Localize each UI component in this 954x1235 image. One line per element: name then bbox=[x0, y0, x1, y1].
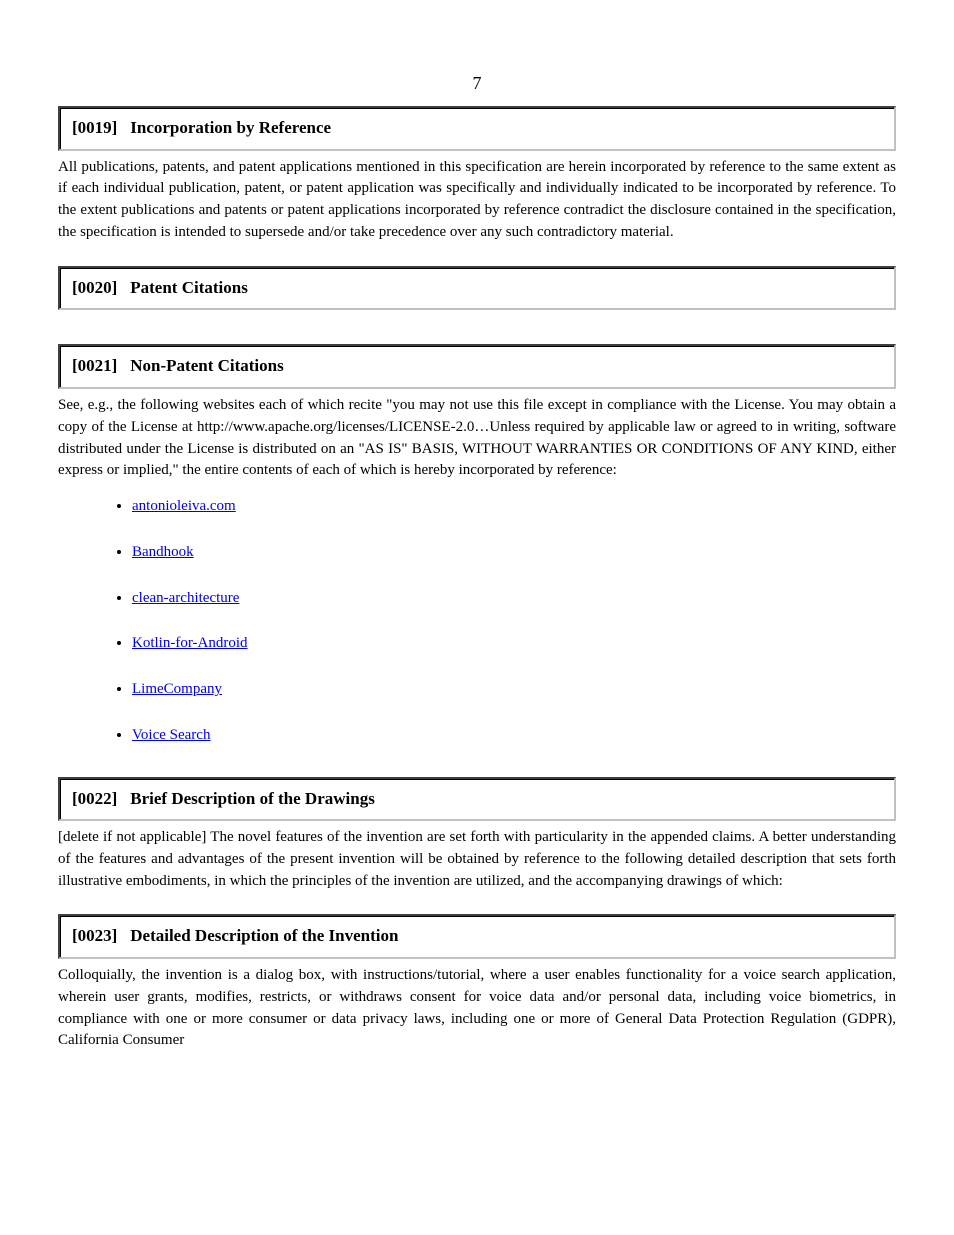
citation-link-clean-architecture[interactable]: clean-architecture bbox=[132, 590, 239, 606]
list-item: antonioleiva.com bbox=[132, 496, 896, 518]
para-incorporation: All publications, patents, and patent ap… bbox=[58, 157, 896, 244]
list-item: Kotlin-for-Android bbox=[132, 633, 896, 655]
citation-link-voice-search[interactable]: Voice Search bbox=[132, 727, 210, 743]
section-title: Brief Description of the Drawings bbox=[130, 789, 375, 808]
ref-number: [0023] bbox=[72, 924, 126, 949]
page-number: 7 bbox=[58, 70, 896, 96]
citation-link-list: antonioleiva.com Bandhook clean-architec… bbox=[58, 496, 896, 747]
citation-link-kotlin-android[interactable]: Kotlin-for-Android bbox=[132, 635, 248, 651]
list-item: Bandhook bbox=[132, 542, 896, 564]
para-nonpatent: See, e.g., the following websites each o… bbox=[58, 395, 896, 482]
section-heading-detailed-description: [0023] Detailed Description of the Inven… bbox=[58, 914, 896, 959]
ref-number: [0020] bbox=[72, 276, 126, 301]
section-title: Detailed Description of the Invention bbox=[130, 926, 398, 945]
section-heading-incorporation: [0019] Incorporation by Reference bbox=[58, 106, 896, 151]
ref-number: [0022] bbox=[72, 787, 126, 812]
citation-link-limecompany[interactable]: LimeCompany bbox=[132, 681, 222, 697]
para-detailed-description: Colloquially, the invention is a dialog … bbox=[58, 965, 896, 1052]
citation-link-antonioleiva[interactable]: antonioleiva.com bbox=[132, 498, 236, 514]
section-heading-patent-citations: [0020] Patent Citations bbox=[58, 266, 896, 311]
section-title: Patent Citations bbox=[130, 278, 248, 297]
section-heading-drawings: [0022] Brief Description of the Drawings bbox=[58, 777, 896, 822]
para-drawings: [delete if not applicable] The novel fea… bbox=[58, 827, 896, 892]
ref-number: [0021] bbox=[72, 354, 126, 379]
list-item: Voice Search bbox=[132, 725, 896, 747]
citation-link-bandhook[interactable]: Bandhook bbox=[132, 544, 194, 560]
section-title: Incorporation by Reference bbox=[130, 118, 331, 137]
list-item: LimeCompany bbox=[132, 679, 896, 701]
ref-number: [0019] bbox=[72, 116, 126, 141]
section-heading-nonpatent-citations: [0021] Non-Patent Citations bbox=[58, 344, 896, 389]
list-item: clean-architecture bbox=[132, 588, 896, 610]
section-title: Non-Patent Citations bbox=[130, 356, 283, 375]
